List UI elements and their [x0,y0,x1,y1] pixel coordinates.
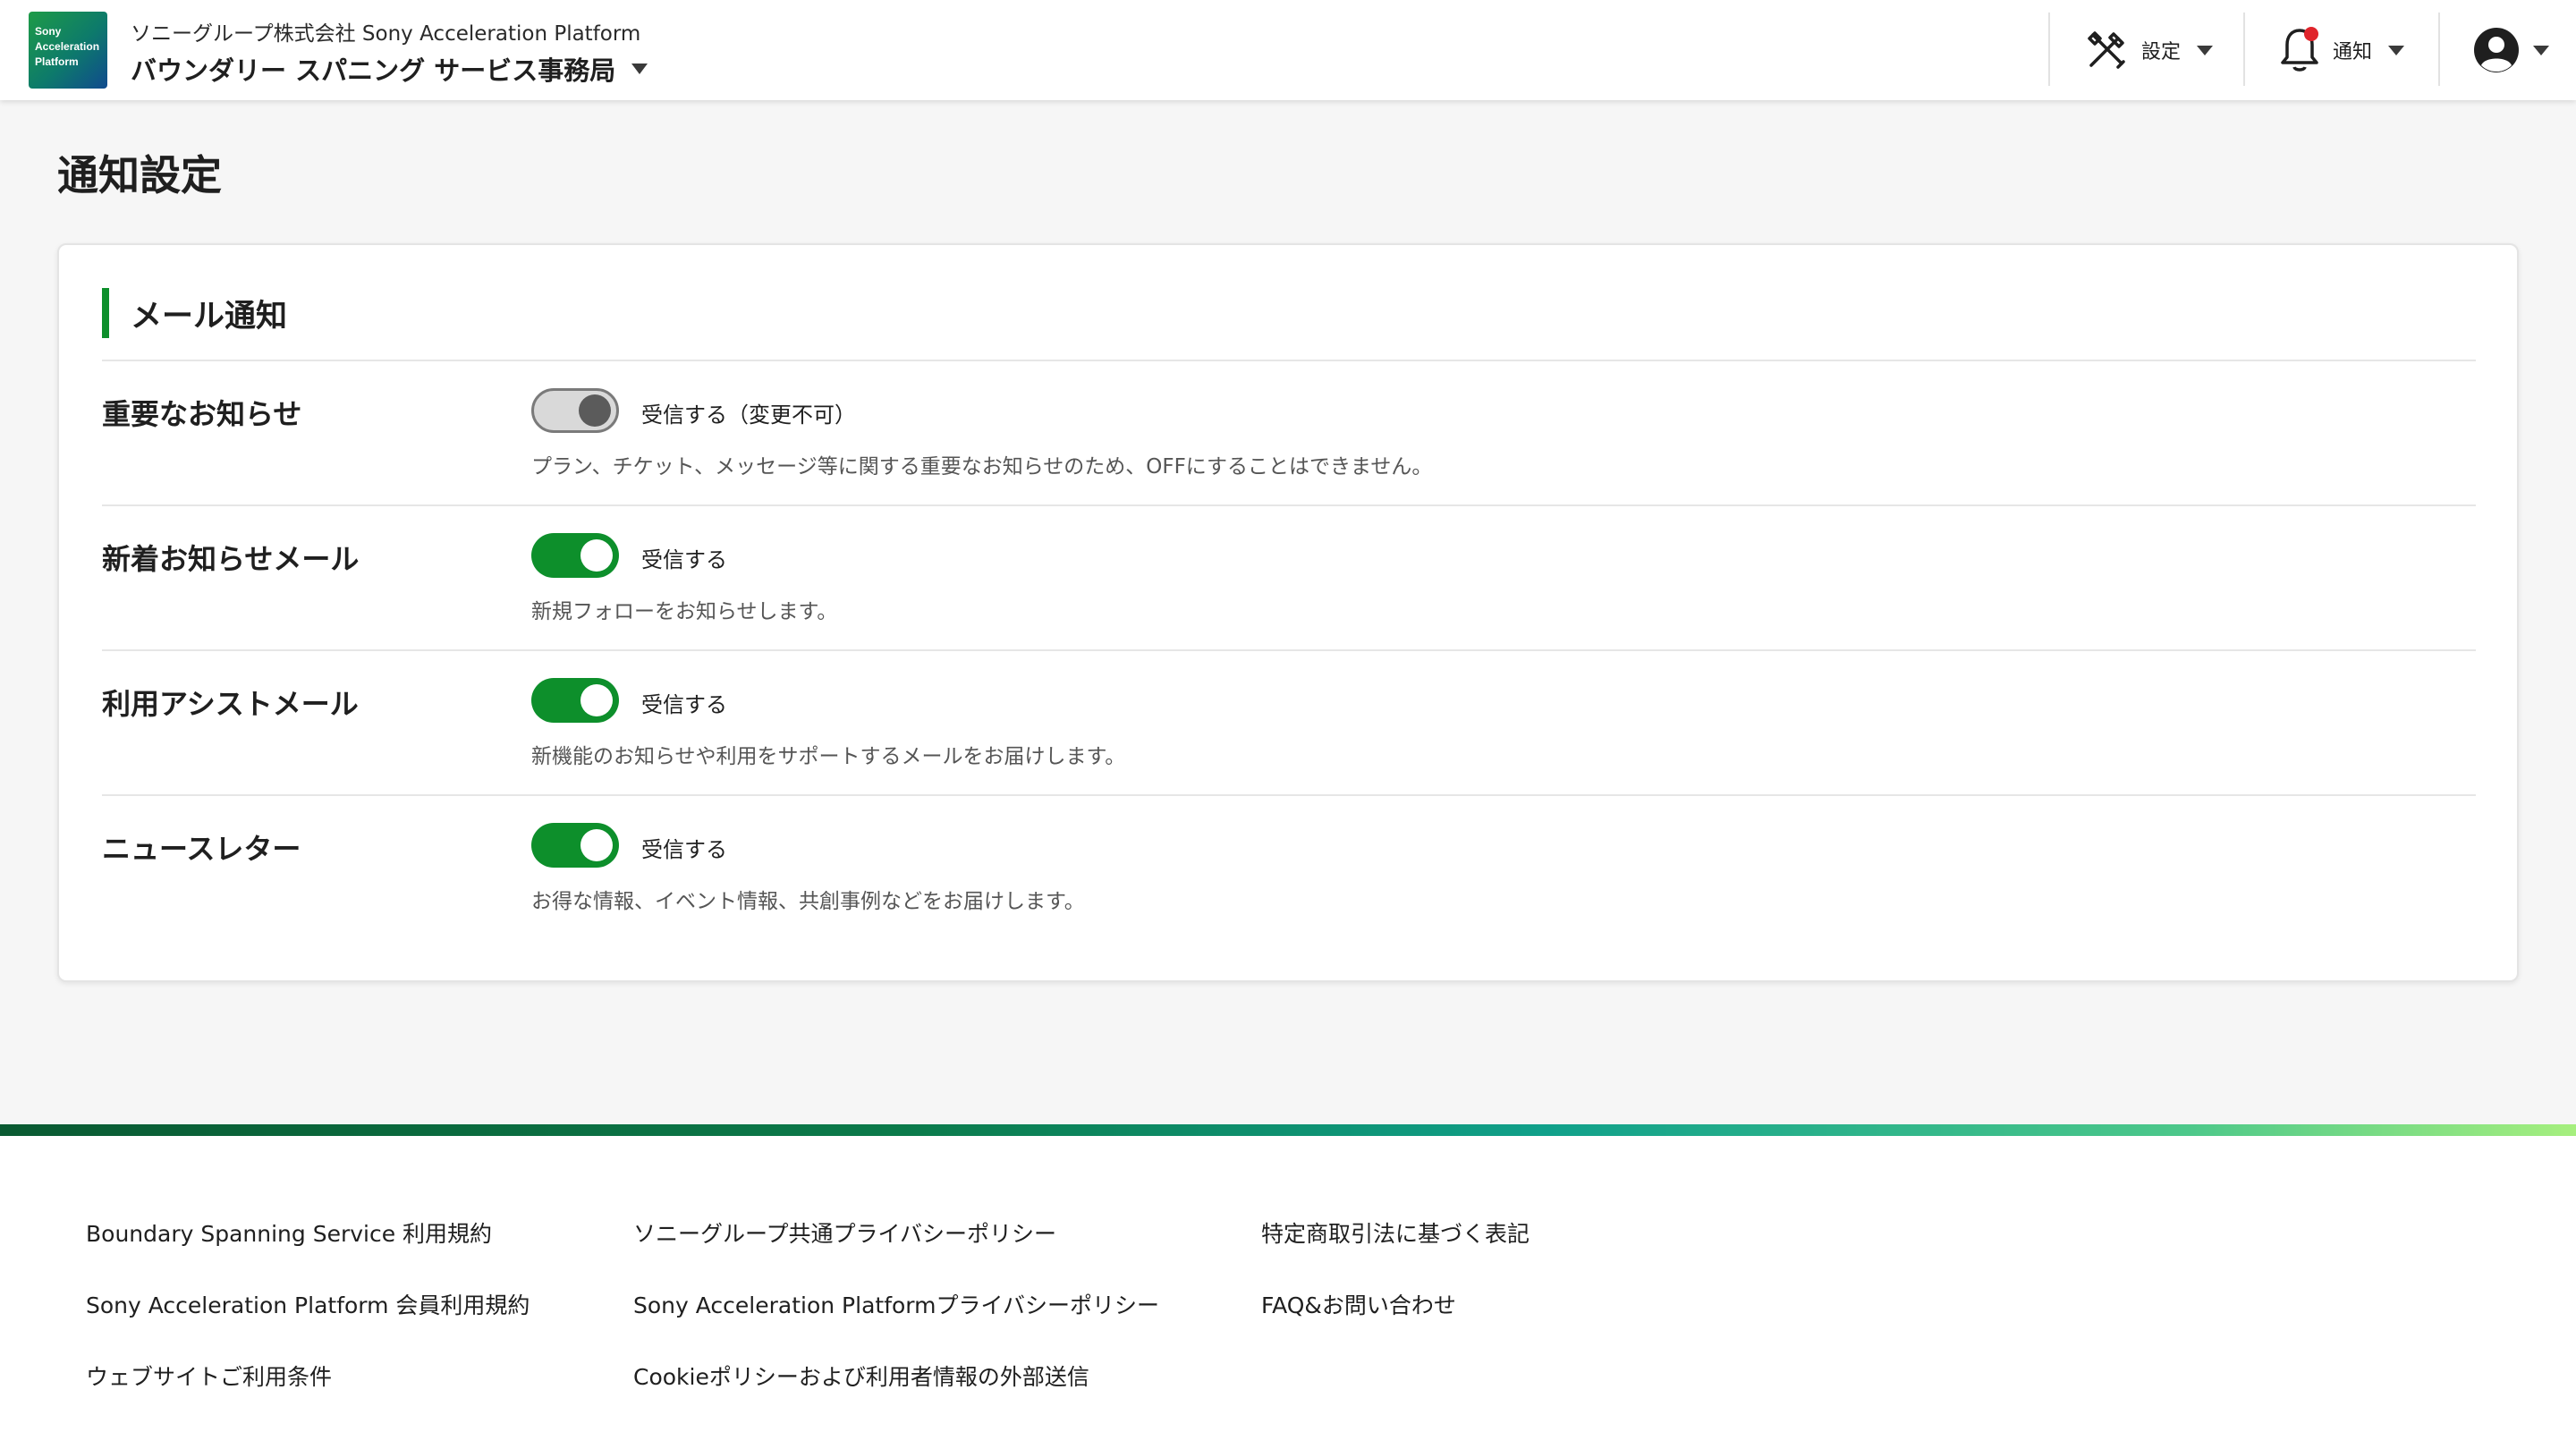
toggle-status-text: 受信する [641,547,727,572]
new-notice-mail-toggle[interactable] [531,533,619,578]
header-divider [2243,13,2245,86]
header-divider [2048,13,2050,86]
setting-row-new-notice-mail: 新着お知らせメール 受信する 新規フォローをお知らせします。 [102,504,2476,649]
chevron-down-icon [2388,45,2405,55]
setting-label: 利用アシストメール [102,687,359,721]
user-avatar-icon [2474,28,2519,72]
setting-label: 新着お知らせメール [102,542,360,576]
logo-line: Acceleration [35,40,100,53]
footer-gradient-bar [0,1124,2576,1136]
setting-row-usage-assist-mail: 利用アシストメール 受信する 新機能のお知らせや利用をサポートするメールをお届け… [102,649,2476,794]
setting-description: プラン、チケット、メッセージ等に関する重要なお知らせのため、OFFにすることはで… [531,455,1433,479]
notifications-menu-label: 通知 [2333,41,2373,64]
bell-icon-wrap [2279,25,2320,75]
settings-menu-label: 設定 [2141,41,2182,64]
setting-label: ニュースレター [102,832,301,866]
toggle-knob [580,829,613,861]
chevron-down-icon [2533,45,2549,55]
site-footer: Boundary Spanning Service 利用規約 Sony Acce… [0,1136,2576,1449]
footer-link-website-terms[interactable]: ウェブサイトご利用条件 [86,1360,332,1392]
important-notice-toggle[interactable] [531,388,619,433]
footer-link-sony-privacy[interactable]: ソニーグループ共通プライバシーポリシー [633,1216,1056,1249]
office-selector[interactable]: バウンダリー スパニング サービス事務局 [131,50,648,88]
organization-name: ソニーグループ株式会社 Sony Acceleration Platform [131,22,641,46]
chevron-down-icon [2197,45,2214,55]
sony-acceleration-platform-logo[interactable]: Sony Acceleration Platform [29,12,107,89]
footer-link-sap-member-terms[interactable]: Sony Acceleration Platform 会員利用規約 [86,1288,530,1320]
usage-assist-mail-toggle[interactable] [531,678,619,723]
toggle-knob [580,539,613,572]
setting-description: お得な情報、イベント情報、共創事例などをお届けします。 [531,890,1085,913]
app-header: Sony Acceleration Platform ソニーグループ株式会社 S… [0,0,2576,100]
chevron-down-icon [631,64,648,74]
office-title: バウンダリー スパニング サービス事務局 [131,55,616,86]
section-title: メール通知 [102,288,287,338]
footer-link-faq-contact[interactable]: FAQ&お問い合わせ [1261,1288,1456,1320]
toggle-knob [579,394,611,427]
footer-link-commercial-law[interactable]: 特定商取引法に基づく表記 [1261,1216,1530,1249]
setting-description: 新規フォローをお知らせします。 [531,600,838,623]
setting-description: 新機能のお知らせや利用をサポートするメールをお届けします。 [531,745,1126,768]
newsletter-toggle[interactable] [531,823,619,868]
notifications-menu-button[interactable]: 通知 [2279,0,2405,100]
setting-row-important-notice: 重要なお知らせ 受信する（変更不可） プラン、チケット、メッセージ等に関する重要… [102,360,2476,504]
email-notification-card: メール通知 重要なお知らせ 受信する（変更不可） プラン、チケット、メッセージ等… [57,243,2519,982]
toggle-status-text: 受信する [641,692,727,717]
logo-line: Platform [35,55,79,68]
settings-menu-button[interactable]: 設定 [2084,0,2214,100]
footer-link-cookie-policy[interactable]: Cookieポリシーおよび利用者情報の外部送信 [633,1360,1089,1392]
header-divider [2438,13,2440,86]
setting-row-newsletter: ニュースレター 受信する お得な情報、イベント情報、共創事例などをお届けします。 [102,794,2476,939]
setting-label: 重要なお知らせ [102,397,302,431]
account-menu-button[interactable] [2472,0,2549,100]
toggle-knob [580,684,613,716]
footer-link-sap-privacy[interactable]: Sony Acceleration Platformプライバシーポリシー [633,1288,1159,1320]
logo-line: Sony [35,25,62,38]
footer-link-bss-terms[interactable]: Boundary Spanning Service 利用規約 [86,1216,492,1249]
settings-tools-icon [2088,31,2125,69]
notification-badge-dot [2304,27,2318,41]
toggle-status-text: 受信する [641,837,727,862]
toggle-status-text: 受信する（変更不可） [641,402,856,428]
page-title: 通知設定 [57,151,222,199]
